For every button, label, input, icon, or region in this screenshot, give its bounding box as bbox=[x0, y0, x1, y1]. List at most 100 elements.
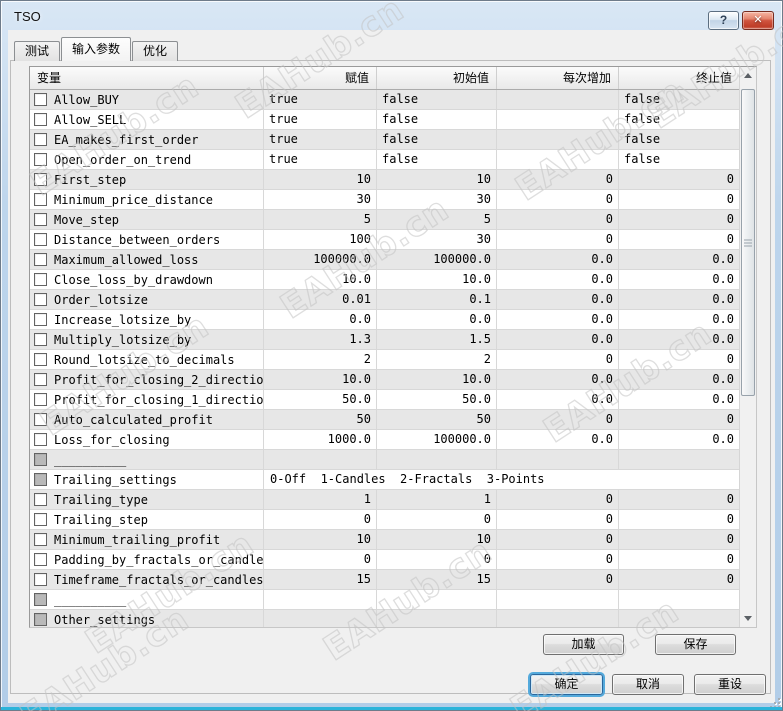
cell-initial[interactable]: 10 bbox=[377, 530, 497, 549]
tab-test[interactable]: 测试 bbox=[14, 41, 61, 61]
table-row[interactable]: Padding_by_fractals_or_candles 0 0 0 0 bbox=[30, 550, 739, 570]
cell-initial[interactable]: 10.0 bbox=[377, 270, 497, 289]
row-checkbox[interactable] bbox=[34, 313, 47, 326]
cell-value[interactable]: 5 bbox=[264, 210, 377, 229]
cell-initial[interactable]: 100000.0 bbox=[377, 430, 497, 449]
cell-initial[interactable]: 10 bbox=[377, 170, 497, 189]
cell-stop[interactable]: 0.0 bbox=[619, 330, 739, 349]
cell-value[interactable]: 100 bbox=[264, 230, 377, 249]
help-button[interactable]: ? bbox=[708, 11, 739, 30]
row-checkbox[interactable] bbox=[34, 613, 47, 626]
scroll-up-button[interactable] bbox=[740, 67, 756, 84]
cell-step[interactable]: 0 bbox=[497, 170, 619, 189]
cell-initial[interactable]: 10.0 bbox=[377, 370, 497, 389]
cell-stop[interactable]: 0 bbox=[619, 550, 739, 569]
row-checkbox[interactable] bbox=[34, 453, 47, 466]
table-row[interactable]: Loss_for_closing 1000.0 100000.0 0.0 0.0 bbox=[30, 430, 739, 450]
row-checkbox[interactable] bbox=[34, 433, 47, 446]
cell-value[interactable]: 10.0 bbox=[264, 270, 377, 289]
row-checkbox[interactable] bbox=[34, 113, 47, 126]
cell-value[interactable]: 1000.0 bbox=[264, 430, 377, 449]
cell-step[interactable]: 0 bbox=[497, 350, 619, 369]
cell-step[interactable]: 0 bbox=[497, 190, 619, 209]
cell-initial[interactable]: 0 bbox=[377, 550, 497, 569]
row-checkbox[interactable] bbox=[34, 393, 47, 406]
cell-value[interactable]: 10 bbox=[264, 170, 377, 189]
tab-optimization[interactable]: 优化 bbox=[132, 41, 179, 61]
close-button[interactable]: ✕ bbox=[742, 11, 774, 30]
cell-value[interactable]: 0.01 bbox=[264, 290, 377, 309]
cell-value[interactable]: 50.0 bbox=[264, 390, 377, 409]
cell-initial[interactable]: 2 bbox=[377, 350, 497, 369]
cell-initial[interactable]: false bbox=[377, 150, 497, 169]
cell-step[interactable] bbox=[497, 450, 619, 469]
cell-stop[interactable]: 0.0 bbox=[619, 310, 739, 329]
cell-value[interactable]: true bbox=[264, 110, 377, 129]
cell-initial[interactable]: 5 bbox=[377, 210, 497, 229]
cell-step[interactable]: 0.0 bbox=[497, 270, 619, 289]
cell-step[interactable]: 0 bbox=[497, 210, 619, 229]
cell-step[interactable] bbox=[497, 90, 619, 109]
cell-step[interactable]: 0 bbox=[497, 410, 619, 429]
cell-step[interactable]: 0 bbox=[497, 230, 619, 249]
titlebar[interactable]: TSO ? ✕ bbox=[2, 2, 781, 30]
table-row[interactable]: First_step 10 10 0 0 bbox=[30, 170, 739, 190]
table-row[interactable]: Auto_calculated_profit 50 50 0 0 bbox=[30, 410, 739, 430]
row-checkbox[interactable] bbox=[34, 173, 47, 186]
row-checkbox[interactable] bbox=[34, 553, 47, 566]
cell-step[interactable]: 0.0 bbox=[497, 390, 619, 409]
cell-step[interactable]: 0 bbox=[497, 550, 619, 569]
cell-value[interactable]: true bbox=[264, 150, 377, 169]
row-checkbox[interactable] bbox=[34, 333, 47, 346]
table-row[interactable]: Allow_SELL true false false bbox=[30, 110, 739, 130]
row-checkbox[interactable] bbox=[34, 293, 47, 306]
table-row[interactable]: Profit_for_closing_2_directions 10.0 10.0 0… bbox=[30, 370, 739, 390]
cell-stop[interactable]: false bbox=[619, 110, 739, 129]
table-row[interactable]: Timeframe_fractals_or_candles 15 15 0 0 bbox=[30, 570, 739, 590]
cell-stop[interactable] bbox=[619, 610, 739, 627]
cell-value[interactable]: true bbox=[264, 130, 377, 149]
cell-step[interactable]: 0.0 bbox=[497, 370, 619, 389]
scrollbar-thumb[interactable] bbox=[741, 89, 755, 396]
cell-value[interactable]: 1 bbox=[264, 490, 377, 509]
cell-step[interactable] bbox=[497, 590, 619, 609]
cell-stop[interactable]: false bbox=[619, 90, 739, 109]
cell-step[interactable]: 0.0 bbox=[497, 430, 619, 449]
table-row[interactable]: __________ bbox=[30, 590, 739, 610]
cell-step[interactable]: 0.0 bbox=[497, 290, 619, 309]
cell-value[interactable]: 10 bbox=[264, 530, 377, 549]
cell-stop[interactable]: 0 bbox=[619, 530, 739, 549]
cell-initial[interactable]: false bbox=[377, 110, 497, 129]
cell-step[interactable] bbox=[497, 610, 619, 627]
cell-value[interactable]: 100000.0 bbox=[264, 250, 377, 269]
ok-button[interactable]: 确定 bbox=[530, 674, 603, 695]
cell-initial[interactable]: 30 bbox=[377, 190, 497, 209]
cell-stop[interactable]: false bbox=[619, 130, 739, 149]
cell-stop[interactable]: 0.0 bbox=[619, 390, 739, 409]
cell-step[interactable] bbox=[497, 110, 619, 129]
table-row[interactable]: Multiply_lotsize_by 1.3 1.5 0.0 0.0 bbox=[30, 330, 739, 350]
cell-value[interactable] bbox=[264, 590, 377, 609]
table-row[interactable]: EA_makes_first_order true false false bbox=[30, 130, 739, 150]
cell-stop[interactable]: 0.0 bbox=[619, 250, 739, 269]
table-row[interactable]: Order_lotsize 0.01 0.1 0.0 0.0 bbox=[30, 290, 739, 310]
cell-value[interactable] bbox=[264, 450, 377, 469]
table-row[interactable]: Increase_lotsize_by 0.0 0.0 0.0 0.0 bbox=[30, 310, 739, 330]
cell-step[interactable]: 0.0 bbox=[497, 330, 619, 349]
cell-value[interactable]: 1.3 bbox=[264, 330, 377, 349]
cell-initial[interactable] bbox=[377, 610, 497, 627]
row-checkbox[interactable] bbox=[34, 213, 47, 226]
cell-step[interactable] bbox=[497, 150, 619, 169]
row-checkbox[interactable] bbox=[34, 493, 47, 506]
row-checkbox[interactable] bbox=[34, 413, 47, 426]
cell-initial[interactable]: 30 bbox=[377, 230, 497, 249]
row-checkbox[interactable] bbox=[34, 353, 47, 366]
load-button[interactable]: 加载 bbox=[543, 634, 624, 655]
cell-stop[interactable]: 0 bbox=[619, 490, 739, 509]
table-row[interactable]: Maximum_allowed_loss 100000.0 100000.0 0.0 0… bbox=[30, 250, 739, 270]
cell-initial[interactable] bbox=[377, 590, 497, 609]
cell-initial[interactable]: false bbox=[377, 130, 497, 149]
row-checkbox[interactable] bbox=[34, 593, 47, 606]
row-checkbox[interactable] bbox=[34, 513, 47, 526]
cell-stop[interactable]: 0.0 bbox=[619, 290, 739, 309]
